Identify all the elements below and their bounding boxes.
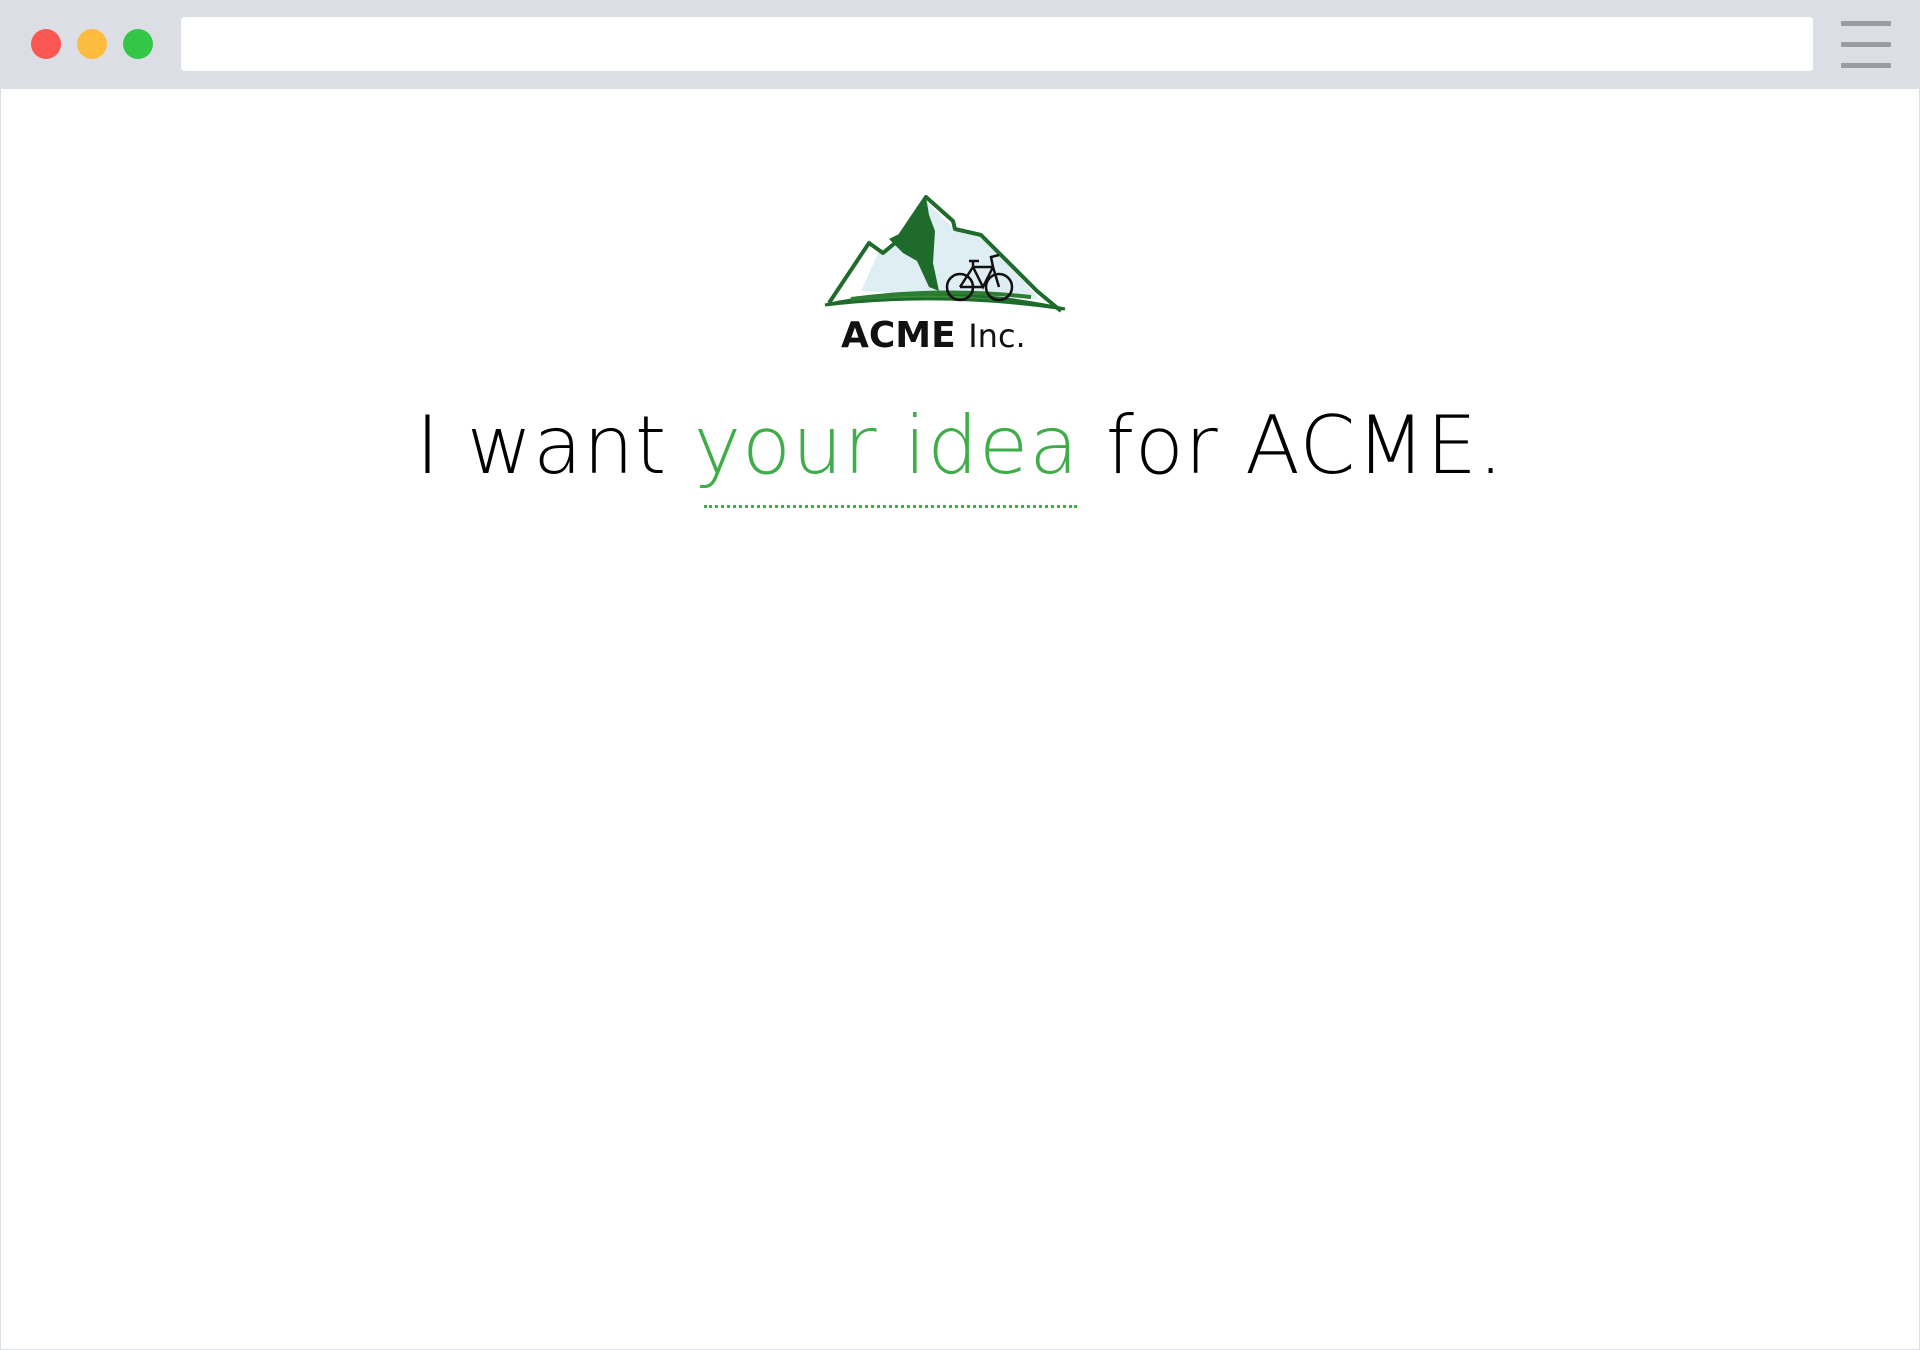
minimize-window-button[interactable] <box>77 29 107 59</box>
address-bar[interactable] <box>181 17 1813 71</box>
close-window-button[interactable] <box>31 29 61 59</box>
menu-line <box>1841 42 1891 47</box>
browser-window: ACME Inc. I want your idea for ACME. <box>0 0 1920 1350</box>
maximize-window-button[interactable] <box>123 29 153 59</box>
logo-wordmark: ACME Inc. <box>841 315 1026 353</box>
acme-logo: ACME Inc. <box>824 195 1066 353</box>
browser-titlebar <box>1 1 1919 89</box>
menu-line <box>1841 21 1891 26</box>
page-headline: I want your idea for ACME. <box>1 396 1919 508</box>
headline-suffix: for ACME. <box>1105 399 1505 492</box>
hamburger-menu-icon[interactable] <box>1841 21 1891 69</box>
menu-line <box>1841 63 1891 68</box>
headline-highlight-link[interactable]: your idea <box>694 396 1080 508</box>
headline-prefix: I want <box>415 399 668 492</box>
